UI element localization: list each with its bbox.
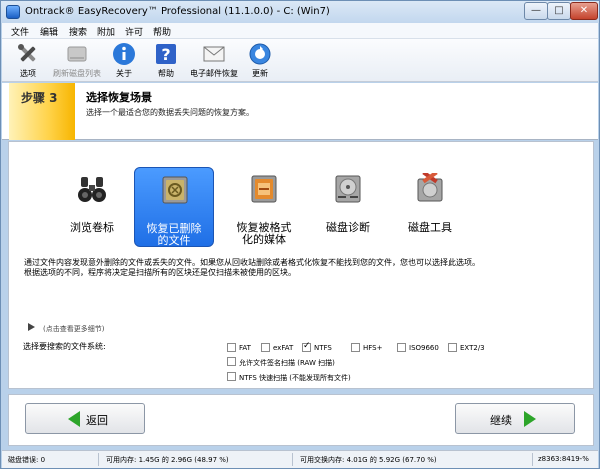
scenario-recover-formatted[interactable]: 恢复被格式 化的媒体	[224, 167, 304, 247]
help-icon: ?	[156, 44, 176, 64]
refresh-disk-list-button[interactable]: 刷新磁盘列表	[48, 41, 106, 80]
hfs-checkbox[interactable]	[351, 343, 360, 352]
scenario-browse-volume[interactable]: 浏览卷标	[52, 167, 132, 247]
ntfs-quick-scan-label: NTFS 快速扫描 (不能发现所有文件)	[239, 374, 351, 382]
continue-label: 继续	[490, 414, 512, 427]
minimize-button[interactable]: —	[524, 2, 548, 20]
ext23-checkbox[interactable]	[448, 343, 457, 352]
step-title: 选择恢复场景	[86, 91, 152, 104]
raw-scan-checkbox[interactable]	[227, 357, 236, 366]
disk-tools-icon	[417, 173, 443, 202]
close-button[interactable]: ✕	[570, 2, 598, 20]
window-title: Ontrack® EasyRecovery™ Professional (11.…	[25, 6, 330, 17]
ntfs-checkbox[interactable]	[302, 341, 311, 352]
raw-scan-label: 允许文件签名扫描 (RAW 扫描)	[239, 359, 335, 367]
update-button[interactable]: 更新	[244, 41, 276, 80]
toolbar: 选项 刷新磁盘列表 关于 ? 帮助 电子邮件恢复 更新	[2, 39, 598, 82]
menu-file[interactable]: 文件	[11, 25, 29, 38]
scenario-disk-diagnostic-label: 磁盘诊断	[326, 221, 370, 234]
menu-search[interactable]: 搜索	[69, 25, 87, 38]
disk-errors-status: 磁盘错误: 0	[8, 456, 46, 464]
filesystem-label: 选择要搜索的文件系统:	[23, 342, 106, 351]
scenario-disk-tools-label: 磁盘工具	[408, 221, 452, 234]
scenario-disk-diagnostic[interactable]: 磁盘诊断	[308, 167, 388, 247]
tools-icon	[18, 44, 36, 62]
back-arrow-icon	[68, 411, 80, 427]
email-recovery-button[interactable]: 电子邮件恢复	[186, 41, 242, 80]
exfat-checkbox[interactable]	[261, 343, 270, 352]
info-icon	[113, 43, 135, 65]
menu-help[interactable]: 帮助	[153, 25, 171, 38]
title-bar[interactable]: Ontrack® EasyRecovery™ Professional (11.…	[1, 1, 599, 23]
memory-status: 可用内存: 1.45G 的 2.96G (48.97 %)	[106, 456, 229, 464]
scenario-recover-formatted-label: 恢复被格式 化的媒体	[236, 221, 292, 246]
help-label: 帮助	[158, 69, 174, 78]
refresh-disk-list-label: 刷新磁盘列表	[53, 69, 101, 78]
ntfs-quick-scan-checkbox[interactable]	[227, 372, 236, 381]
email-icon	[203, 46, 225, 62]
menu-edit[interactable]: 编辑	[40, 25, 58, 38]
back-label: 返回	[86, 414, 108, 427]
scenario-panel: 浏览卷标 恢复已删除 的文件 恢复被格式 化的媒体 磁盘诊断 磁盘工具 通过文件…	[8, 141, 594, 389]
menu-addons[interactable]: 附加	[97, 25, 115, 38]
step-badge: 步骤 3	[9, 83, 75, 140]
swap-status: 可用交换内存: 4.01G 的 5.92G (67.70 %)	[300, 456, 437, 464]
about-label: 关于	[116, 69, 132, 78]
more-details-link[interactable]: (点击查看更多细节)	[43, 324, 104, 334]
app-icon	[6, 5, 20, 19]
step-banner: 步骤 3 选择恢复场景 选择一个最适合您的数据丢失问题的恢复方案。	[2, 83, 598, 140]
continue-arrow-icon	[524, 411, 536, 427]
exfat-label: exFAT	[273, 344, 294, 352]
iso9660-checkbox[interactable]	[397, 343, 406, 352]
ext23-label: EXT2/3	[460, 344, 485, 352]
navigation-panel: 返回 继续	[8, 394, 594, 446]
fat-checkbox[interactable]	[227, 343, 236, 352]
help-button[interactable]: ? 帮助	[150, 41, 182, 80]
update-label: 更新	[252, 69, 268, 78]
status-separator	[292, 453, 293, 466]
app-window: Ontrack® EasyRecovery™ Professional (11.…	[0, 0, 600, 469]
ntfs-label: NTFS	[314, 344, 332, 352]
format-disk-icon	[251, 175, 277, 203]
status-bar: 磁盘错误: 0 可用内存: 1.45G 的 2.96G (48.97 %) 可用…	[2, 450, 598, 468]
about-button[interactable]: 关于	[108, 41, 140, 80]
options-button[interactable]: 选项	[10, 41, 46, 80]
options-label: 选项	[20, 69, 36, 78]
fat-label: FAT	[239, 344, 251, 352]
expand-details-icon[interactable]	[28, 323, 35, 331]
status-code: z8363:8419-%	[538, 455, 589, 463]
back-button[interactable]: 返回	[25, 403, 145, 434]
menu-bar: 文件 编辑 搜索 附加 许可 帮助	[2, 23, 598, 39]
disk-refresh-icon	[67, 46, 87, 62]
scenario-recover-deleted[interactable]: 恢复已删除 的文件	[134, 167, 214, 247]
iso9660-label: ISO9660	[409, 344, 439, 352]
continue-button[interactable]: 继续	[455, 403, 575, 434]
scenario-recover-deleted-label: 恢复已删除 的文件	[146, 222, 202, 247]
scenario-description: 通过文件内容发现意外删除的文件或丢失的文件。如果您从回收站删除或者格式化恢复不能…	[24, 258, 480, 277]
step-number: 步骤 3	[21, 91, 58, 105]
menu-license[interactable]: 许可	[125, 25, 143, 38]
svg-text:?: ?	[161, 45, 170, 64]
status-separator	[98, 453, 99, 466]
status-separator	[532, 453, 533, 466]
scenario-browse-volume-label: 浏览卷标	[70, 221, 114, 234]
binoculars-icon	[78, 177, 106, 202]
scenario-disk-tools[interactable]: 磁盘工具	[390, 167, 470, 247]
step-subtitle: 选择一个最适合您的数据丢失问题的恢复方案。	[86, 108, 254, 117]
hfs-label: HFS+	[363, 344, 383, 352]
recycle-bin-icon	[162, 176, 188, 204]
update-icon	[249, 43, 271, 65]
email-recovery-label: 电子邮件恢复	[190, 69, 238, 78]
disk-diagnostic-icon	[335, 175, 361, 203]
maximize-button[interactable]: □	[547, 2, 571, 20]
